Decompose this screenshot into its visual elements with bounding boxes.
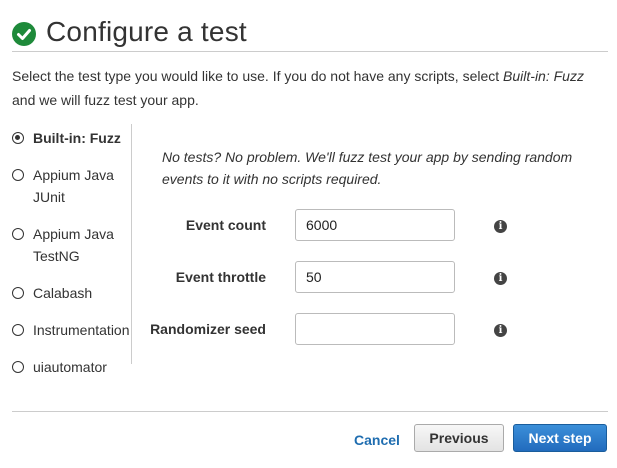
page-title: Configure a test <box>46 16 247 47</box>
randomizer-seed-input[interactable] <box>295 313 455 345</box>
info-icon[interactable]: i <box>494 324 507 337</box>
test-type-label: Appium Java JUnit <box>33 167 114 205</box>
page-header: Configure a test <box>12 14 608 52</box>
next-step-button[interactable]: Next step <box>513 424 607 452</box>
intro-text: Select the test type you would like to u… <box>12 64 608 112</box>
test-type-label: Calabash <box>33 285 93 301</box>
test-type-uiautomator[interactable]: uiautomator <box>12 356 134 378</box>
radio-unchecked-icon[interactable] <box>12 287 24 299</box>
test-type-label: Built-in: Fuzz <box>33 130 121 146</box>
test-type-label: Appium Java TestNG <box>33 226 114 264</box>
radio-checked-icon[interactable] <box>12 132 24 144</box>
radio-unchecked-icon[interactable] <box>12 324 24 336</box>
radio-unchecked-icon[interactable] <box>12 228 24 240</box>
test-type-calabash[interactable]: Calabash <box>12 282 134 304</box>
test-type-appium-testng[interactable]: Appium Java TestNG <box>12 223 134 267</box>
intro-text-part2: and we will fuzz test your app. <box>12 92 199 108</box>
intro-emphasis: Built-in: Fuzz <box>503 68 584 84</box>
fuzz-description: No tests? No problem. We'll fuzz test yo… <box>162 149 573 187</box>
info-icon[interactable]: i <box>494 220 507 233</box>
test-type-builtin-fuzz[interactable]: Built-in: Fuzz <box>12 127 134 149</box>
event-count-label: Event count <box>185 217 266 233</box>
test-type-appium-junit[interactable]: Appium Java JUnit <box>12 164 134 208</box>
previous-button[interactable]: Previous <box>414 424 504 452</box>
test-type-label: Instrumentation <box>33 322 130 338</box>
cancel-button[interactable]: Cancel <box>354 432 400 448</box>
radio-unchecked-icon[interactable] <box>12 361 24 373</box>
footer-divider <box>12 411 608 412</box>
check-circle-icon <box>12 22 36 46</box>
test-type-instrumentation[interactable]: Instrumentation <box>12 319 134 341</box>
radio-unchecked-icon[interactable] <box>12 169 24 181</box>
test-type-list: Built-in: Fuzz Appium Java JUnit Appium … <box>12 124 134 375</box>
info-icon[interactable]: i <box>494 272 507 285</box>
intro-text-part1: Select the test type you would like to u… <box>12 68 504 84</box>
randomizer-seed-label: Randomizer seed <box>150 321 266 337</box>
event-throttle-label: Event throttle <box>175 269 266 285</box>
event-throttle-input[interactable] <box>295 261 455 293</box>
test-type-label: uiautomator <box>33 359 107 375</box>
event-count-input[interactable] <box>295 209 455 241</box>
